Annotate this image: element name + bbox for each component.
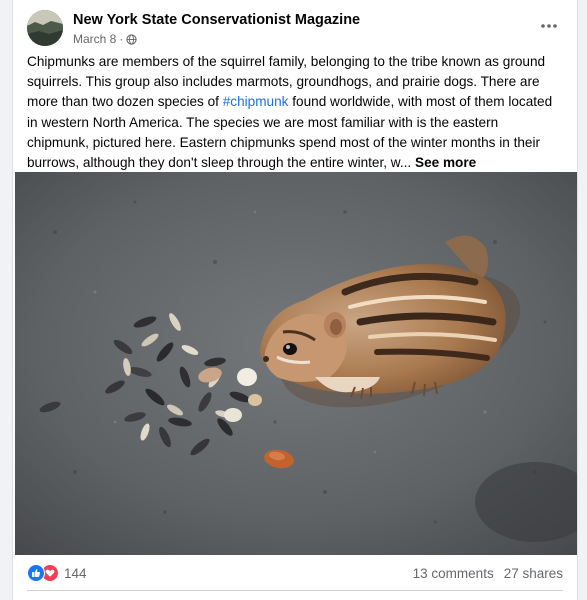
page-name-link[interactable]: New York State Conservationist Magazine xyxy=(73,12,360,28)
meta-separator: · xyxy=(119,32,124,46)
reaction-count: 144 xyxy=(64,565,87,581)
post-photo[interactable] xyxy=(15,172,577,555)
comments-count-link[interactable]: 13 comments xyxy=(413,566,494,581)
see-more-link[interactable]: See more xyxy=(415,155,476,170)
post-footer: 144 13 comments 27 shares xyxy=(27,562,563,586)
shares-count-link[interactable]: 27 shares xyxy=(504,566,563,581)
reactions-summary[interactable]: 144 xyxy=(27,564,87,582)
footer-divider xyxy=(27,590,563,591)
post-body-text: Chipmunks are members of the squirrel fa… xyxy=(27,52,563,173)
engagement-counts: 13 comments 27 shares xyxy=(413,566,563,581)
page-avatar[interactable] xyxy=(27,10,63,46)
avatar-image xyxy=(27,10,63,46)
post-date[interactable]: March 8 xyxy=(73,32,116,46)
globe-icon xyxy=(126,33,137,45)
more-options-icon xyxy=(541,24,557,28)
post-header: New York State Conservationist Magazine … xyxy=(27,10,563,50)
more-options-button[interactable] xyxy=(535,14,563,38)
post-meta: March 8 · xyxy=(73,32,137,46)
post-card: New York State Conservationist Magazine … xyxy=(12,0,578,600)
chipmunk-photo xyxy=(15,172,577,555)
like-icon xyxy=(27,564,45,582)
hashtag-link[interactable]: #chipmunk xyxy=(223,94,289,109)
